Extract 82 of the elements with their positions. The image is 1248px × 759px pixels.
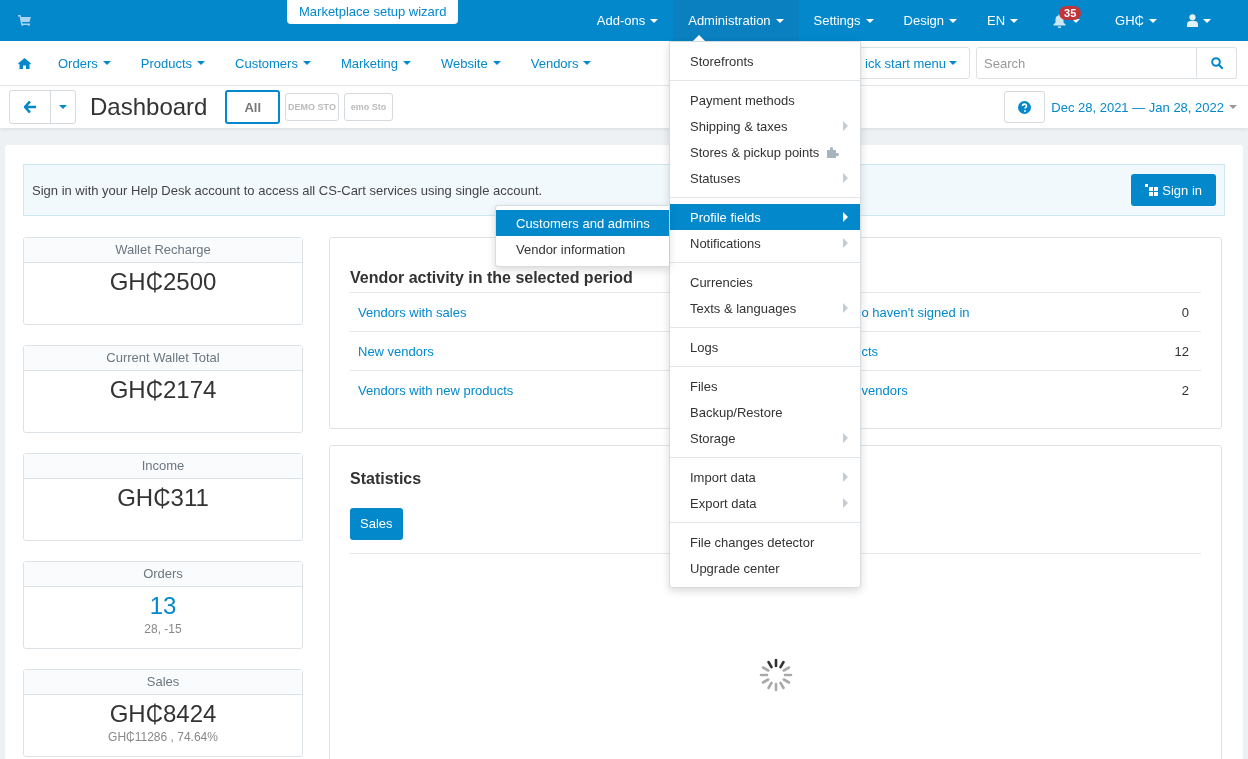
stat-value: GH₵8424 (109, 699, 217, 729)
store-filter-button[interactable]: All (225, 90, 281, 124)
submenu-arrow-icon (843, 433, 848, 443)
stat-value-link[interactable]: 13 (149, 591, 177, 621)
submenu-arrow-icon (843, 303, 848, 313)
dropdown-menu-item[interactable]: Shipping & taxes (670, 113, 860, 139)
vendor-stat-count: 2 (1181, 382, 1189, 398)
stat-card-title: Income (24, 454, 302, 479)
vendor-stat-count: 0 (1181, 304, 1189, 320)
dropdown-menu-item[interactable]: Logs (670, 334, 860, 360)
dropdown-menu-item[interactable]: Backup/Restore (670, 399, 860, 425)
user-icon (1187, 14, 1198, 27)
stat-card-title: Current Wallet Total (24, 346, 302, 371)
vendor-stat-count: 12 (1174, 343, 1189, 359)
vendor-stat-link[interactable]: New vendors (358, 343, 434, 359)
dropdown-menu-item[interactable]: Export data (670, 490, 860, 516)
vendor-stat-link[interactable]: Vendors with new products (358, 382, 514, 398)
home-icon[interactable] (18, 57, 31, 69)
stat-card-title: Sales (24, 670, 302, 695)
submenu-arrow-icon (843, 498, 848, 508)
submenu-arrow-icon (843, 472, 848, 482)
panel-title: Vendor activity in the selected period (350, 268, 633, 288)
stat-card-title: Orders (24, 562, 302, 587)
stat-subtext: 28, -15 (144, 622, 182, 636)
loading-spinner-icon (758, 658, 793, 692)
vendor-stat-link[interactable]: o haven't signed in (861, 304, 970, 320)
notice-text: Sign in with your Help Desk account to access all CS-Cart services using single account. (32, 182, 543, 198)
stat-card-title: Wallet Recharge (24, 238, 302, 263)
grid-icon (1145, 183, 1160, 197)
stat-value: GH₵2174 (109, 375, 217, 405)
dropdown-menu-item[interactable]: File changes detector (670, 529, 860, 555)
nav-menu-item[interactable]: Orders (43, 55, 126, 71)
dropdown-menu-item[interactable]: Profile fields (670, 204, 860, 230)
page-title: Dashboard (90, 93, 208, 121)
date-range-picker[interactable]: Dec 28, 2021 — Jan 28, 2022 (1051, 99, 1237, 115)
help-button[interactable] (1004, 91, 1046, 123)
sign-in-button[interactable]: Sign in (1131, 174, 1216, 206)
setup-wizard-link[interactable]: Marketplace setup wizard (287, 0, 459, 24)
top-menu-item[interactable]: Add-ons (581, 0, 674, 41)
dropdown-menu-item[interactable]: Storage (670, 425, 860, 451)
nav-menu-item[interactable]: Marketing (325, 55, 426, 71)
submenu-arrow-icon (843, 121, 848, 131)
stat-value: GH₵311 (117, 483, 209, 513)
top-menu-item[interactable]: EN (972, 0, 1034, 41)
nav-menu-item[interactable]: Customers (220, 55, 326, 71)
top-menu-item[interactable]: Design (888, 0, 973, 41)
notifications-menu[interactable]: 35 (1033, 0, 1101, 41)
dropdown-menu-item[interactable]: Statuses (670, 165, 860, 191)
dropdown-menu-item[interactable]: Files (670, 373, 860, 399)
help-icon (1018, 100, 1032, 114)
stat-value: GH₵2500 (109, 267, 217, 297)
top-menu-item[interactable]: Settings (798, 0, 889, 41)
search-button[interactable] (1197, 47, 1237, 79)
search-icon (1210, 57, 1223, 69)
submenu-item[interactable]: Vendor information (496, 236, 669, 262)
submenu-arrow-icon (843, 173, 848, 183)
submenu-arrow-icon (843, 238, 848, 248)
dropdown-menu-item[interactable]: Payment methods (670, 87, 860, 113)
top-menu-item[interactable]: GH₵ (1100, 0, 1172, 41)
stat-subtext: GH₵11286 , 74.64% (108, 730, 218, 744)
nav-menu-item[interactable]: Products (125, 55, 221, 71)
vendor-stat-link[interactable]: vendors (861, 382, 908, 398)
puzzle-icon (827, 146, 841, 158)
nav-menu-item[interactable]: Vendors (515, 55, 607, 71)
notification-count-badge: 35 (1059, 6, 1082, 20)
dropdown-menu-item[interactable]: Texts & languages (670, 295, 860, 321)
nav-menu-item[interactable]: Website (426, 55, 516, 71)
dropdown-menu-item[interactable]: Upgrade center (670, 555, 860, 581)
panel-title: Statistics (350, 469, 422, 489)
cart-icon[interactable] (18, 15, 31, 26)
dropdown-menu-item[interactable]: Currencies (670, 269, 860, 295)
statistics-tab[interactable]: Sales (350, 508, 403, 540)
submenu-item[interactable]: Customers and admins (496, 210, 669, 236)
vendor-stat-link[interactable]: cts (861, 343, 879, 359)
dropdown-menu-item[interactable]: Notifications (670, 230, 860, 256)
submenu-arrow-icon (843, 212, 848, 222)
top-menu-item[interactable]: Administration (673, 0, 799, 41)
vendor-stat-link[interactable]: Vendors with sales (358, 304, 467, 320)
dropdown-menu-item[interactable]: Import data (670, 464, 860, 490)
search-field[interactable]: Search (976, 47, 1197, 79)
arrow-left-icon (23, 101, 37, 113)
dropdown-menu-item[interactable]: Stores & pickup points (670, 139, 860, 165)
